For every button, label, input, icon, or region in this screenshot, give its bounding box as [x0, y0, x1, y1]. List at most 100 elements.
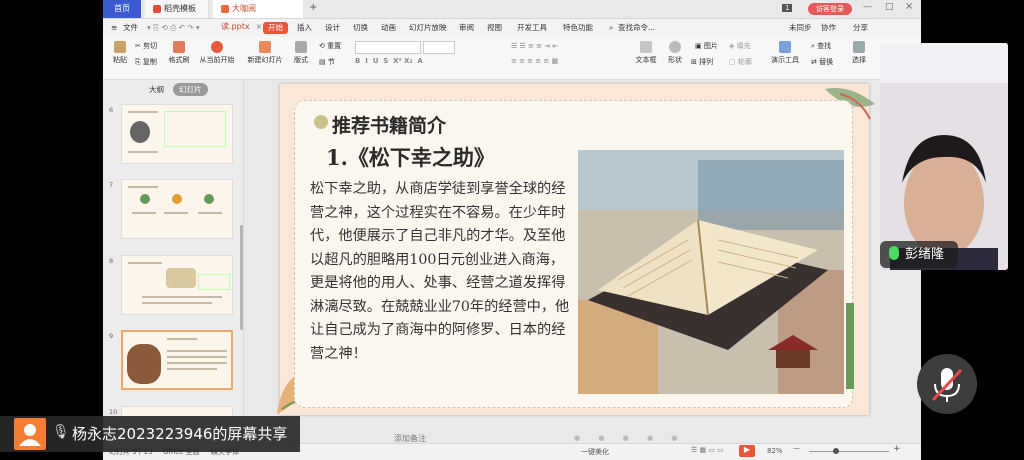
textbox-label: 文本框	[635, 56, 657, 64]
copy-button[interactable]: ⎘ 复制	[135, 57, 157, 67]
maximize-icon[interactable]: □	[885, 2, 894, 12]
hamburger-icon[interactable]: ≡	[111, 19, 117, 37]
menu-view[interactable]: 视图	[487, 19, 502, 37]
menu-transition[interactable]: 切换	[353, 19, 368, 37]
paragraph-buttons[interactable]: ☰ ☰ ≡ ≡ ⇥ ⇤	[511, 42, 558, 50]
format-painter-button[interactable]: 格式刷	[165, 41, 193, 65]
shape-label: 形状	[668, 56, 682, 64]
find-button[interactable]: ⌕ 查找	[811, 41, 831, 51]
fill-button[interactable]: ◈ 填充	[729, 41, 751, 51]
close-icon[interactable]: ×	[905, 1, 913, 12]
menu-special[interactable]: 特色功能	[563, 19, 593, 37]
mute-mic-button[interactable]	[917, 354, 977, 414]
cut-label: 剪切	[143, 42, 158, 50]
participant-name: 彭绪隆	[905, 247, 945, 262]
menu-insert[interactable]: 插入	[297, 19, 312, 37]
reset-label: 重置	[327, 42, 342, 50]
zoom-slider[interactable]	[809, 451, 889, 452]
presentation-tools-label: 演示工具	[771, 56, 799, 64]
slide-thumbnail-7[interactable]	[121, 179, 233, 239]
zoom-slider-handle[interactable]	[833, 448, 839, 454]
view-mode-icons[interactable]: ☰ ▦ ▭ ▭	[691, 446, 724, 454]
current-slide[interactable]: 推荐书籍简介 1.《松下幸之助》 松下幸之助，从商店学徒到享誉全球的经营之神，这…	[277, 84, 875, 415]
select-label: 选择	[852, 56, 866, 64]
outline-tab[interactable]: 大纲	[149, 84, 164, 95]
play-icon[interactable]: ▶	[739, 445, 755, 457]
zoom-level[interactable]: 82%	[767, 447, 783, 455]
participant-video[interactable]	[880, 43, 1008, 270]
menu-developer[interactable]: 开发工具	[517, 19, 547, 37]
thumbnail-scrollbar[interactable]	[240, 225, 243, 330]
minimize-icon[interactable]: —	[863, 2, 872, 12]
picture-button[interactable]: ▣ 图片	[695, 41, 718, 51]
zoom-in-icon[interactable]: +	[893, 444, 901, 454]
textbox-button[interactable]: 文本框	[633, 41, 659, 65]
slide-subtitle[interactable]: 1.《松下幸之助》	[326, 142, 495, 172]
slide-thumbnail-9[interactable]	[121, 330, 233, 390]
from-current-button[interactable]: 从当前开始	[197, 41, 237, 65]
outline-label: 轮廓	[737, 58, 752, 66]
layout-button[interactable]: 版式	[289, 41, 313, 65]
paste-button[interactable]: 粘贴	[109, 41, 131, 65]
menu-slideshow[interactable]: 幻灯片放映	[409, 19, 447, 37]
replace-button[interactable]: ⇄ 替换	[811, 57, 833, 67]
format-painter-label: 格式刷	[168, 56, 190, 64]
align-buttons[interactable]: ≡ ≡ ≡ ≡ ≡ ▦	[511, 57, 558, 65]
menu-animation[interactable]: 动画	[381, 19, 396, 37]
font-size-select[interactable]	[423, 41, 455, 54]
reset-button[interactable]: ⟲ 重置	[319, 41, 341, 51]
font-name-select[interactable]	[355, 41, 421, 54]
slides-tab[interactable]: 幻灯片	[173, 83, 208, 96]
select-button[interactable]: 选择	[847, 41, 871, 65]
menu-design[interactable]: 设计	[325, 19, 340, 37]
slide-title[interactable]: 推荐书籍简介	[332, 111, 446, 138]
thumb-number: 8	[109, 257, 114, 265]
menu-collab[interactable]: 协作	[821, 19, 836, 37]
tab-home[interactable]: 首页	[103, 0, 141, 18]
copy-label: 复制	[142, 58, 157, 66]
sharer-avatar-icon	[14, 418, 46, 450]
pptx-icon	[221, 4, 229, 13]
slide-thumbnail-8[interactable]	[121, 255, 233, 315]
presentation-tools-button[interactable]: 演示工具	[767, 41, 803, 65]
cut-button[interactable]: ✂ 剪切	[135, 41, 157, 51]
search-icon[interactable]: ⌕	[609, 19, 613, 37]
title-bullet-icon	[314, 115, 328, 129]
beautify-button[interactable]: 一键美化	[581, 447, 609, 457]
new-slide-button[interactable]: 新建幻灯片	[245, 41, 285, 65]
slide-body-text[interactable]: 松下幸之助，从商店学徒到享誉全球的经营之神，这个过程实在不容易。在少年时代，他便…	[310, 178, 573, 366]
thumb-number: 7	[109, 181, 114, 189]
slide-thumbnail-6[interactable]	[121, 104, 233, 164]
picture-label: 图片	[703, 42, 718, 50]
open-book-illustration[interactable]	[578, 150, 844, 394]
font-style-buttons[interactable]: B I U S X² X₂ A	[355, 57, 423, 65]
zoom-out-icon[interactable]: —	[793, 444, 800, 452]
menu-start[interactable]: 开始	[263, 22, 288, 34]
menu-share[interactable]: 分享	[853, 19, 868, 37]
participant-name-tag: 彭绪隆	[880, 241, 958, 268]
section-button[interactable]: ▤ 节	[319, 57, 335, 67]
menu-sync[interactable]: 未同步	[789, 19, 812, 37]
mic-on-icon	[889, 246, 899, 260]
slide-canvas-area: 推荐书籍简介 1.《松下幸之助》 松下幸之助，从商店学徒到享誉全球的经营之神，这…	[244, 80, 921, 443]
book-image-icon	[578, 150, 844, 394]
tab-templates[interactable]: 稻壳模板	[145, 0, 209, 18]
login-button[interactable]: 访客登录	[808, 3, 852, 15]
from-current-label: 从当前开始	[199, 56, 235, 64]
menu-review[interactable]: 审阅	[459, 19, 474, 37]
arrange-button[interactable]: ⊞ 排列	[691, 57, 713, 67]
ribbon: 粘贴 ✂ 剪切 ⎘ 复制 格式刷 从当前开始 新建幻灯片 版式 ⟲ 重置 ▤ 节…	[103, 37, 921, 80]
new-tab-icon[interactable]: +	[309, 2, 317, 13]
docer-icon	[153, 4, 161, 13]
menu-search[interactable]: 查找命令...	[618, 19, 655, 37]
fill-label: 填充	[736, 42, 751, 50]
wps-window: 首页 稻壳模板 大咖阅读.pptx × + 1 访客登录 — □ × ≡ 文件 ▾…	[103, 0, 921, 460]
layout-label: 版式	[294, 56, 308, 64]
window-count-badge: 1	[782, 4, 793, 12]
quick-access-icons[interactable]: ▾ ⎘ ⟲ ⎙ ↶ ↷ ▾	[147, 19, 200, 37]
tab-file[interactable]: 大咖阅读.pptx ×	[213, 0, 303, 31]
outline-button[interactable]: ▢ 轮廓	[729, 57, 752, 67]
menu-file[interactable]: 文件	[123, 19, 138, 37]
paste-label: 粘贴	[113, 56, 127, 64]
shape-button[interactable]: 形状	[663, 41, 687, 65]
